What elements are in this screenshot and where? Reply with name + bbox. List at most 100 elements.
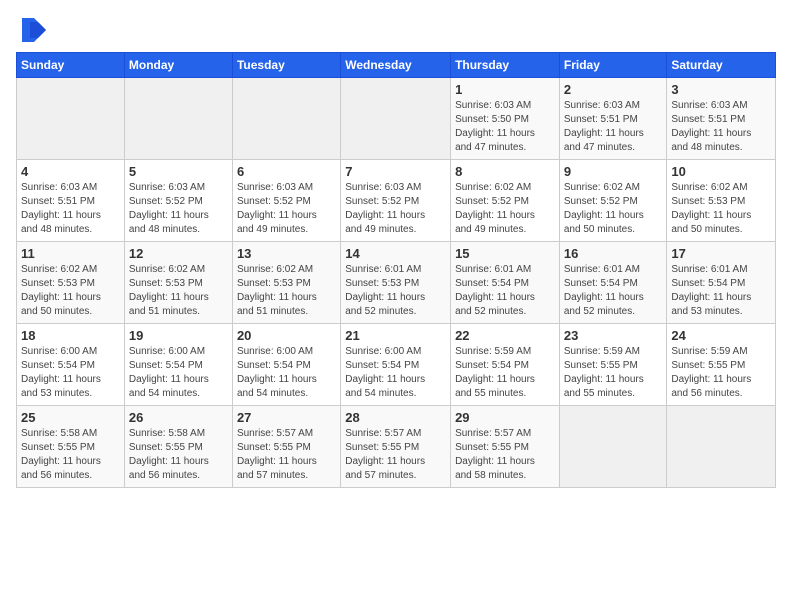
day-number: 26 [129, 410, 228, 425]
day-info: Sunrise: 5:59 AM Sunset: 5:55 PM Dayligh… [564, 345, 663, 401]
weekday-header: Tuesday [232, 53, 340, 78]
day-info: Sunrise: 6:03 AM Sunset: 5:51 PM Dayligh… [671, 99, 771, 155]
weekday-header: Sunday [17, 53, 125, 78]
day-number: 6 [237, 164, 336, 179]
day-number: 22 [455, 328, 555, 343]
day-number: 8 [455, 164, 555, 179]
calendar-cell: 12 Sunrise: 6:02 AM Sunset: 5:53 PM Dayli… [124, 242, 232, 324]
day-info: Sunrise: 5:59 AM Sunset: 5:54 PM Dayligh… [455, 345, 555, 401]
calendar-cell: 10Sunrise: 6:02 AM Sunset: 5:53 PM Dayli… [667, 160, 776, 242]
calendar-cell: 5 Sunrise: 6:03 AM Sunset: 5:52 PM Daylig… [124, 160, 232, 242]
day-number: 28 [345, 410, 446, 425]
calendar-cell: 20 Sunrise: 6:00 AM Sunset: 5:54 PM Dayli… [232, 324, 340, 406]
day-info: Sunrise: 6:02 AM Sunset: 5:53 PM Dayligh… [237, 263, 336, 319]
day-info: Sunrise: 5:57 AM Sunset: 5:55 PM Dayligh… [237, 427, 336, 483]
day-number: 16 [564, 246, 663, 261]
calendar-cell: 2 Sunrise: 6:03 AM Sunset: 5:51 PM Daylig… [559, 78, 667, 160]
calendar-cell [341, 78, 451, 160]
day-number: 7 [345, 164, 446, 179]
day-number: 25 [21, 410, 120, 425]
weekday-header: Thursday [451, 53, 560, 78]
calendar-cell: 14 Sunrise: 6:01 AM Sunset: 5:53 PM Dayli… [341, 242, 451, 324]
calendar-cell: 26 Sunrise: 5:58 AM Sunset: 5:55 PM Dayli… [124, 406, 232, 488]
day-number: 27 [237, 410, 336, 425]
calendar-cell [667, 406, 776, 488]
day-number: 19 [129, 328, 228, 343]
day-info: Sunrise: 5:59 AM Sunset: 5:55 PM Dayligh… [671, 345, 771, 401]
calendar-cell: 29 Sunrise: 5:57 AM Sunset: 5:55 PM Dayli… [451, 406, 560, 488]
calendar-cell [559, 406, 667, 488]
day-number: 23 [564, 328, 663, 343]
calendar-cell: 11 Sunrise: 6:02 AM Sunset: 5:53 PM Dayli… [17, 242, 125, 324]
calendar-cell: 21 Sunrise: 6:00 AM Sunset: 5:54 PM Dayli… [341, 324, 451, 406]
day-info: Sunrise: 6:02 AM Sunset: 5:53 PM Dayligh… [129, 263, 228, 319]
day-number: 11 [21, 246, 120, 261]
day-number: 9 [564, 164, 663, 179]
calendar-cell: 6 Sunrise: 6:03 AM Sunset: 5:52 PM Daylig… [232, 160, 340, 242]
day-info: Sunrise: 6:01 AM Sunset: 5:54 PM Dayligh… [564, 263, 663, 319]
calendar-cell: 19 Sunrise: 6:00 AM Sunset: 5:54 PM Dayli… [124, 324, 232, 406]
day-number: 15 [455, 246, 555, 261]
logo [16, 16, 46, 44]
weekday-header: Friday [559, 53, 667, 78]
day-number: 24 [671, 328, 771, 343]
weekday-header: Wednesday [341, 53, 451, 78]
logo-icon [16, 16, 46, 44]
weekday-header: Saturday [667, 53, 776, 78]
day-number: 2 [564, 82, 663, 97]
calendar-cell: 9 Sunrise: 6:02 AM Sunset: 5:52 PM Daylig… [559, 160, 667, 242]
calendar-cell: 13 Sunrise: 6:02 AM Sunset: 5:53 PM Dayli… [232, 242, 340, 324]
day-info: Sunrise: 6:02 AM Sunset: 5:52 PM Dayligh… [564, 181, 663, 237]
day-info: Sunrise: 6:01 AM Sunset: 5:54 PM Dayligh… [455, 263, 555, 319]
day-number: 12 [129, 246, 228, 261]
day-info: Sunrise: 6:00 AM Sunset: 5:54 PM Dayligh… [237, 345, 336, 401]
calendar-cell: 25 Sunrise: 5:58 AM Sunset: 5:55 PM Dayli… [17, 406, 125, 488]
calendar-cell: 15 Sunrise: 6:01 AM Sunset: 5:54 PM Dayli… [451, 242, 560, 324]
calendar-cell: 27 Sunrise: 5:57 AM Sunset: 5:55 PM Dayli… [232, 406, 340, 488]
day-info: Sunrise: 6:03 AM Sunset: 5:52 PM Dayligh… [129, 181, 228, 237]
calendar-cell: 16 Sunrise: 6:01 AM Sunset: 5:54 PM Dayli… [559, 242, 667, 324]
day-info: Sunrise: 6:03 AM Sunset: 5:52 PM Dayligh… [345, 181, 446, 237]
day-info: Sunrise: 6:02 AM Sunset: 5:53 PM Dayligh… [671, 181, 771, 237]
day-number: 21 [345, 328, 446, 343]
day-number: 5 [129, 164, 228, 179]
calendar-cell [17, 78, 125, 160]
day-info: Sunrise: 6:03 AM Sunset: 5:50 PM Dayligh… [455, 99, 555, 155]
day-number: 4 [21, 164, 120, 179]
day-info: Sunrise: 6:02 AM Sunset: 5:53 PM Dayligh… [21, 263, 120, 319]
calendar-cell: 7 Sunrise: 6:03 AM Sunset: 5:52 PM Daylig… [341, 160, 451, 242]
day-number: 29 [455, 410, 555, 425]
calendar-cell: 3 Sunrise: 6:03 AM Sunset: 5:51 PM Daylig… [667, 78, 776, 160]
calendar-cell: 18 Sunrise: 6:00 AM Sunset: 5:54 PM Dayli… [17, 324, 125, 406]
day-number: 13 [237, 246, 336, 261]
day-info: Sunrise: 5:57 AM Sunset: 5:55 PM Dayligh… [345, 427, 446, 483]
calendar-cell: 1 Sunrise: 6:03 AM Sunset: 5:50 PM Daylig… [451, 78, 560, 160]
calendar-cell: 8 Sunrise: 6:02 AM Sunset: 5:52 PM Daylig… [451, 160, 560, 242]
day-number: 1 [455, 82, 555, 97]
day-info: Sunrise: 6:03 AM Sunset: 5:51 PM Dayligh… [564, 99, 663, 155]
day-info: Sunrise: 5:57 AM Sunset: 5:55 PM Dayligh… [455, 427, 555, 483]
day-info: Sunrise: 6:00 AM Sunset: 5:54 PM Dayligh… [21, 345, 120, 401]
calendar-cell: 28 Sunrise: 5:57 AM Sunset: 5:55 PM Dayli… [341, 406, 451, 488]
day-info: Sunrise: 6:01 AM Sunset: 5:54 PM Dayligh… [671, 263, 771, 319]
day-number: 3 [671, 82, 771, 97]
day-info: Sunrise: 6:03 AM Sunset: 5:52 PM Dayligh… [237, 181, 336, 237]
day-number: 17 [671, 246, 771, 261]
calendar-cell [232, 78, 340, 160]
calendar-cell: 23 Sunrise: 5:59 AM Sunset: 5:55 PM Dayli… [559, 324, 667, 406]
calendar-cell: 22 Sunrise: 5:59 AM Sunset: 5:54 PM Dayli… [451, 324, 560, 406]
day-info: Sunrise: 6:03 AM Sunset: 5:51 PM Dayligh… [21, 181, 120, 237]
day-info: Sunrise: 6:01 AM Sunset: 5:53 PM Dayligh… [345, 263, 446, 319]
calendar-cell: 24 Sunrise: 5:59 AM Sunset: 5:55 PM Dayli… [667, 324, 776, 406]
day-info: Sunrise: 5:58 AM Sunset: 5:55 PM Dayligh… [21, 427, 120, 483]
calendar-cell: 17 Sunrise: 6:01 AM Sunset: 5:54 PM Dayli… [667, 242, 776, 324]
day-info: Sunrise: 6:02 AM Sunset: 5:52 PM Dayligh… [455, 181, 555, 237]
calendar-cell: 4 Sunrise: 6:03 AM Sunset: 5:51 PM Daylig… [17, 160, 125, 242]
day-number: 18 [21, 328, 120, 343]
calendar-table: SundayMondayTuesdayWednesdayThursdayFrid… [16, 52, 776, 488]
day-info: Sunrise: 6:00 AM Sunset: 5:54 PM Dayligh… [345, 345, 446, 401]
day-info: Sunrise: 6:00 AM Sunset: 5:54 PM Dayligh… [129, 345, 228, 401]
day-info: Sunrise: 5:58 AM Sunset: 5:55 PM Dayligh… [129, 427, 228, 483]
day-number: 20 [237, 328, 336, 343]
day-number: 14 [345, 246, 446, 261]
